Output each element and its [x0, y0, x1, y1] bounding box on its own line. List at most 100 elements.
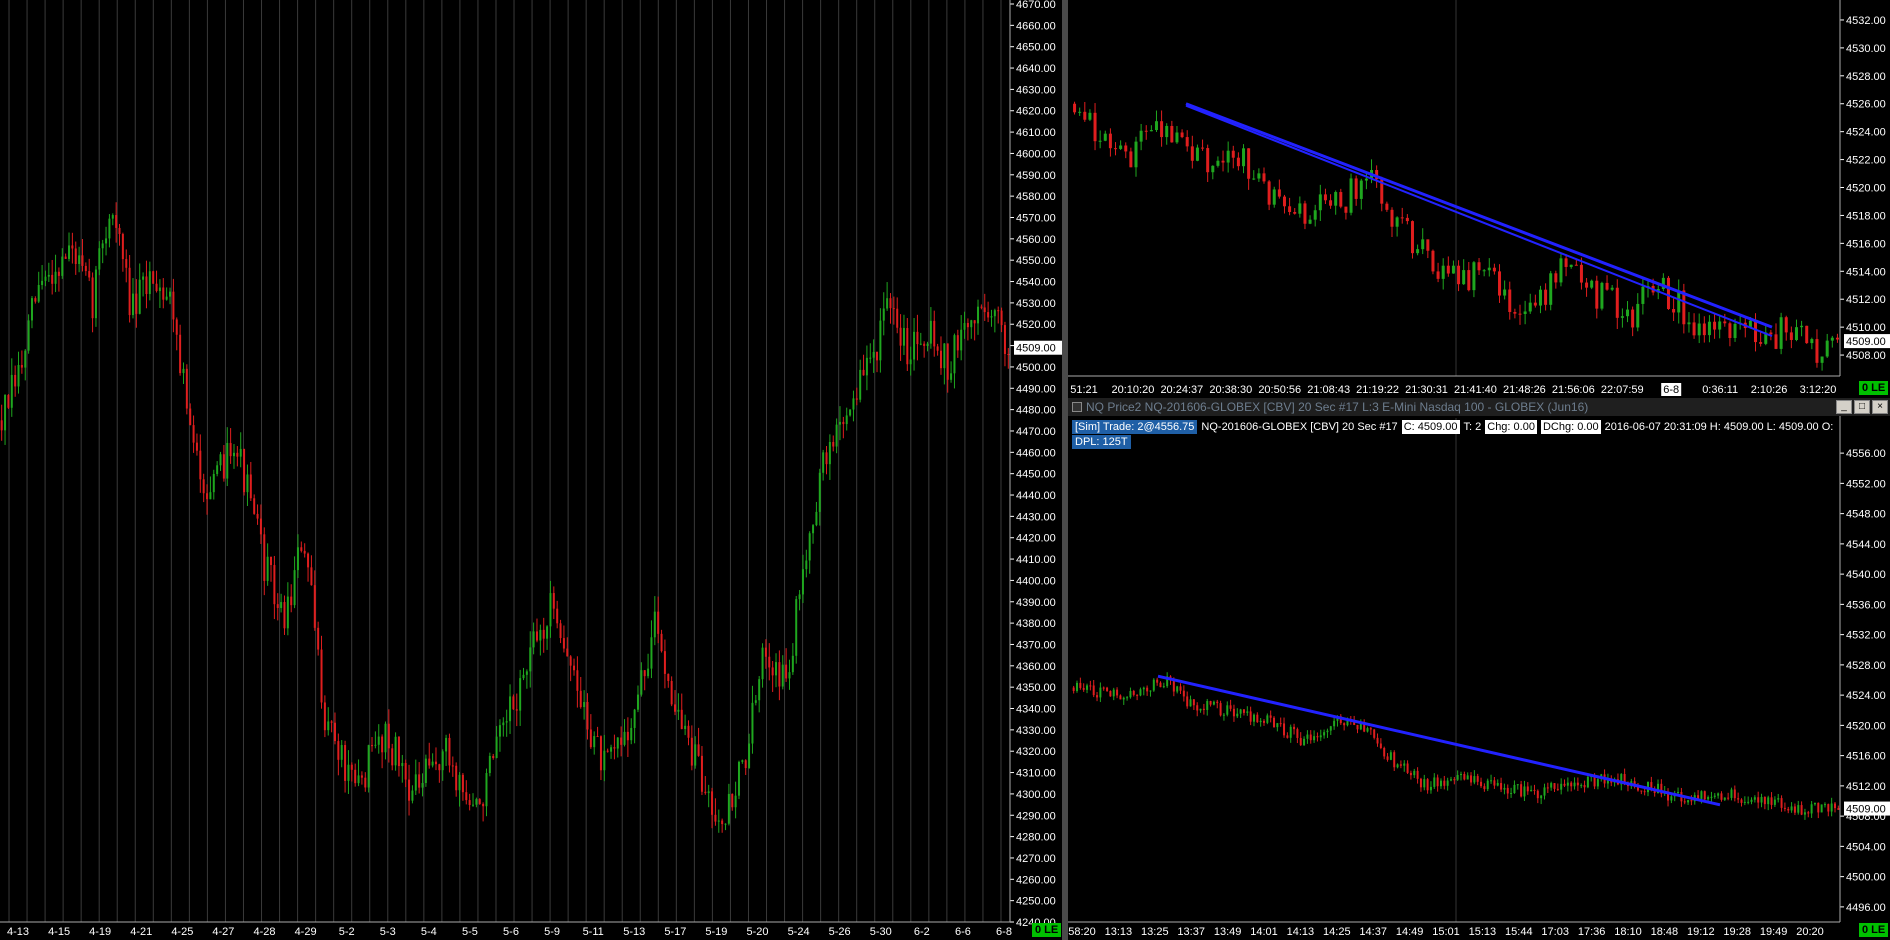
candle-body — [371, 745, 374, 747]
candle-body — [1195, 147, 1199, 161]
candle-body — [169, 291, 172, 297]
candle-body — [741, 760, 744, 762]
x-tick-label: 5-26 — [829, 926, 851, 938]
candle-body — [788, 672, 791, 679]
candle-body — [101, 243, 104, 249]
candle-body — [785, 664, 788, 679]
y-tick-label: 4528.00 — [1846, 660, 1886, 672]
candle-body — [680, 709, 683, 730]
dpl-label[interactable]: DPL: 125T — [1072, 435, 1131, 449]
candle-body — [1333, 720, 1336, 727]
candle-body — [455, 765, 458, 791]
candle-body — [81, 255, 84, 266]
candle-body — [290, 596, 293, 606]
x-tick-label: 4-29 — [295, 926, 317, 938]
minimize-button[interactable]: _ — [1836, 400, 1852, 414]
candle-body — [1102, 687, 1105, 689]
candle-body — [687, 725, 690, 738]
candle — [1805, 325, 1809, 344]
y-tick-label: 4550.00 — [1016, 255, 1056, 267]
candle-body — [1503, 787, 1506, 790]
candle-body — [1165, 125, 1169, 138]
candle-body — [296, 547, 299, 571]
window-titlebar[interactable]: NQ Price2 NQ-201606-GLOBEX [CBV] 20 Sec … — [1068, 398, 1890, 416]
candle-body — [428, 758, 431, 766]
candle-body — [771, 667, 774, 676]
candle-body — [384, 723, 387, 753]
candle-body — [983, 307, 986, 313]
candle-body — [650, 637, 653, 669]
candle-body — [1326, 730, 1329, 733]
x-tick-label: 5-5 — [462, 926, 478, 938]
candle-body — [1496, 783, 1499, 786]
maximize-button[interactable]: □ — [1854, 400, 1870, 414]
candle-body — [963, 322, 966, 330]
status-badge-top-right: 0 LE — [1859, 381, 1889, 395]
candle-body — [47, 274, 50, 277]
candle-body — [643, 670, 646, 677]
candle-body — [280, 602, 283, 608]
chart-panel-bottom-right[interactable]: 4556.00 4552.00 4548.00 4544.00 4540.00 4536.… — [1068, 398, 1890, 940]
sim-trade-label[interactable]: [Sim] Trade: 2@4556.75 — [1072, 420, 1198, 434]
candle-body — [1122, 697, 1125, 700]
candle-body — [1690, 800, 1693, 802]
candle-body — [337, 741, 340, 760]
candle-body — [391, 748, 394, 766]
candle-body — [670, 680, 673, 705]
candle-body — [24, 350, 27, 368]
candle-body — [1825, 340, 1829, 357]
candle-body — [1180, 132, 1184, 138]
candle-body — [1477, 262, 1481, 271]
y-tick-label: 4516.00 — [1846, 238, 1886, 250]
price-chart-bottom-right[interactable]: 4556.00 4552.00 4548.00 4544.00 4540.00 4536.… — [1068, 398, 1890, 940]
candle-body — [492, 755, 495, 759]
candle-body — [1533, 789, 1536, 791]
candle-body — [1288, 206, 1292, 213]
candle-body — [1610, 287, 1614, 290]
candle-body — [340, 745, 343, 760]
candle-body — [1119, 695, 1122, 700]
candle-body — [1146, 687, 1149, 692]
price-chart-top-right[interactable]: 4532.00 4530.00 4528.00 4526.00 4524.00 4522.… — [1068, 0, 1890, 398]
tick-count: T: 2 — [1463, 421, 1482, 433]
candle-body — [1089, 685, 1092, 687]
candle-body — [1677, 792, 1680, 794]
candle-body — [939, 350, 942, 369]
candle-body — [485, 773, 488, 807]
chart-panel-left[interactable]: 4670.00 4660.00 4650.00 4640.00 4630.00 4620.… — [0, 0, 1062, 940]
candle-body — [1523, 311, 1527, 314]
candle-body — [1530, 789, 1533, 792]
y-tick-label: 4300.00 — [1016, 789, 1056, 801]
candle-body — [441, 751, 444, 771]
x-tick-label: 15:01 — [1432, 926, 1460, 938]
candle-body — [1590, 280, 1594, 288]
candle-body — [1713, 321, 1717, 330]
candle-body — [896, 308, 899, 328]
candle-body — [1550, 783, 1553, 788]
close-button[interactable]: × — [1872, 400, 1888, 414]
x-tick-label: 20:10:20 — [1112, 384, 1155, 396]
price-chart-left[interactable]: 4670.00 4660.00 4650.00 4640.00 4630.00 4620.… — [0, 0, 1062, 940]
candle-body — [748, 743, 751, 769]
candle-body — [34, 298, 37, 302]
chart-panel-top-right[interactable]: 4532.00 4530.00 4528.00 4526.00 4524.00 4522.… — [1068, 0, 1890, 398]
y-tick-label: 4350.00 — [1016, 682, 1056, 694]
candle-body — [1232, 708, 1235, 717]
candle-body — [916, 331, 919, 345]
candle-body — [1784, 317, 1788, 333]
candle-body — [731, 793, 734, 808]
candle-body — [1666, 277, 1670, 310]
candle-body — [1596, 779, 1599, 787]
candle-body — [94, 269, 97, 319]
candle-body — [694, 744, 697, 766]
candle-body — [1553, 783, 1556, 789]
candle-body — [1579, 264, 1583, 283]
y-tick-label: 4260.00 — [1016, 874, 1056, 886]
candle-body — [946, 343, 949, 380]
candle-body — [1383, 747, 1386, 757]
candle-body — [1451, 265, 1455, 274]
candle-body — [1099, 687, 1102, 698]
candle-body — [202, 479, 205, 494]
candle-body — [1216, 160, 1220, 166]
candle-body — [734, 795, 737, 808]
